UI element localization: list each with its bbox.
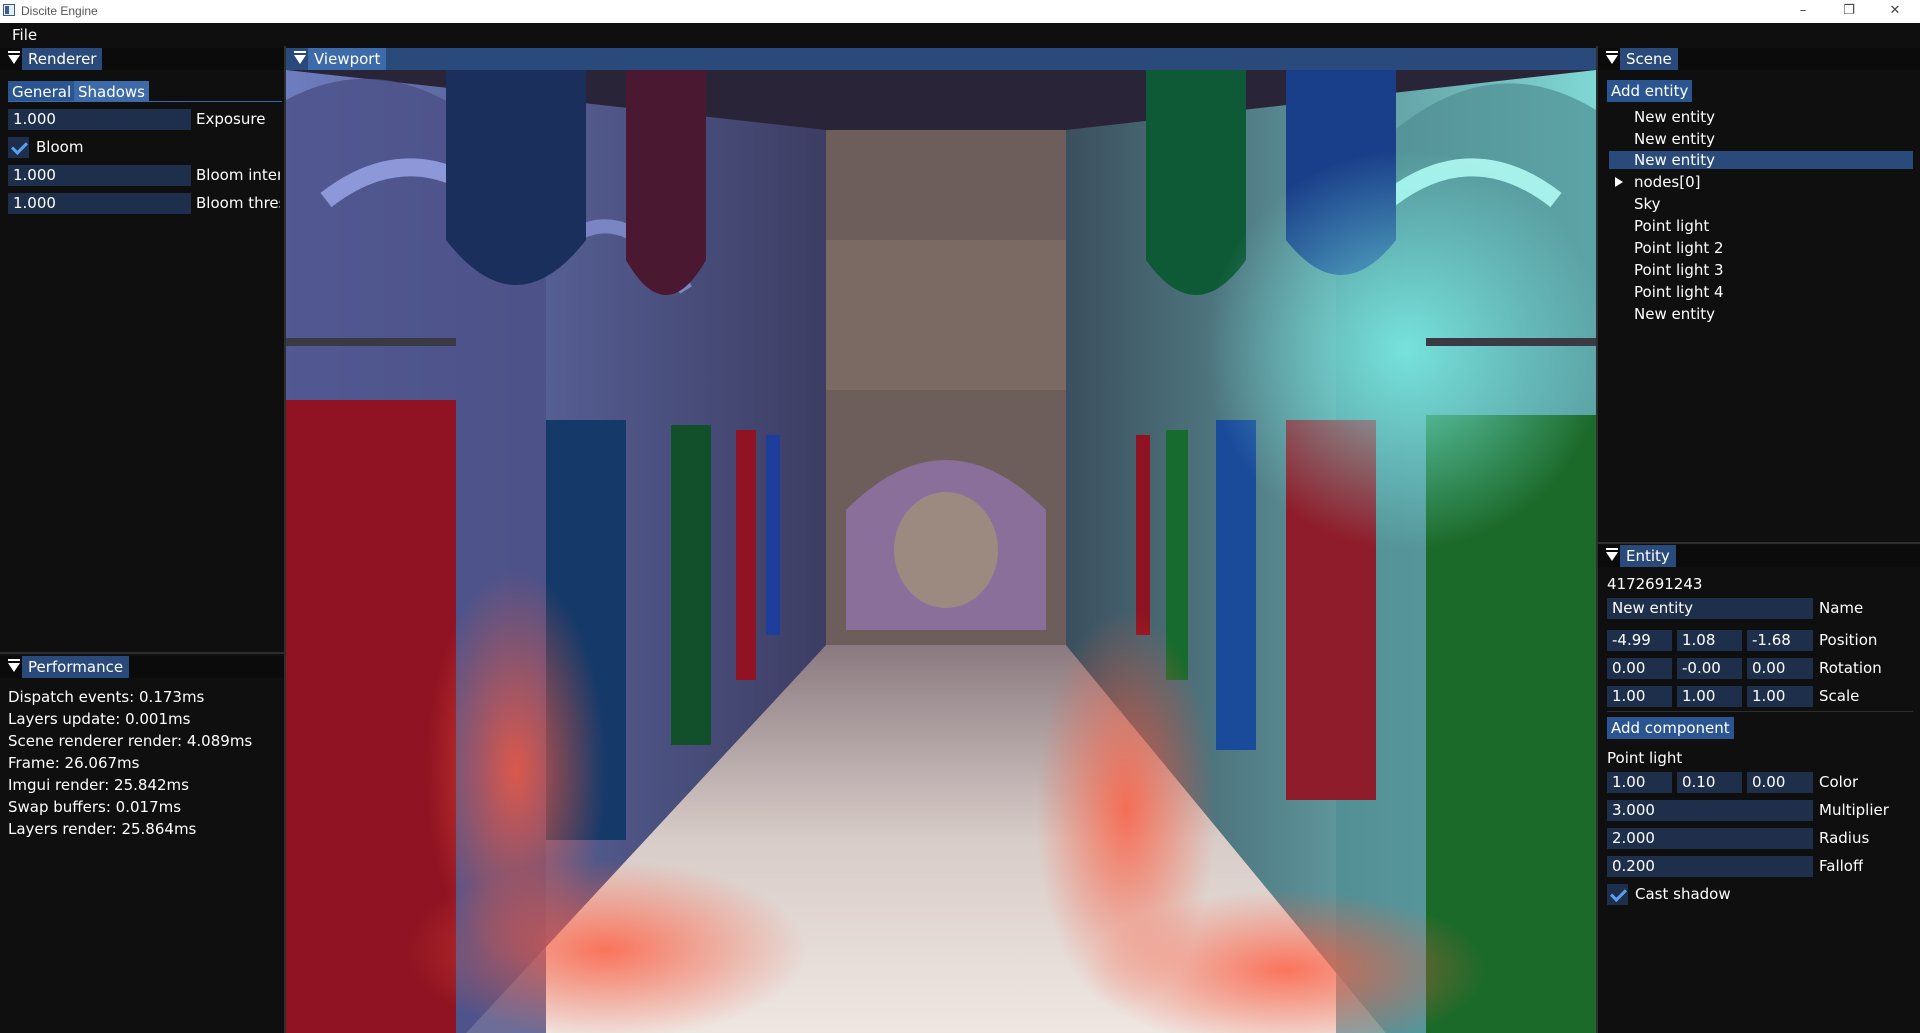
expand-arrow-icon[interactable] (1615, 177, 1623, 187)
entity-id: 4172691243 (1607, 575, 1703, 593)
renderer-header[interactable]: Renderer (0, 48, 284, 70)
collapse-triangle-icon[interactable] (1606, 548, 1618, 561)
perf-line: Imgui render: 25.842ms (8, 776, 189, 794)
panel-divider[interactable] (0, 652, 284, 654)
maximize-button[interactable]: ❐ (1826, 0, 1872, 23)
rotation-x-field[interactable]: 0.00 (1607, 658, 1672, 679)
minimize-button[interactable]: – (1780, 0, 1826, 23)
position-x-field[interactable]: -4.99 (1607, 630, 1672, 651)
viewport-title: Viewport (308, 48, 387, 70)
tab-shadows[interactable]: Shadows (74, 81, 150, 102)
multiplier-field[interactable]: 3.000 (1607, 800, 1813, 821)
radius-field[interactable]: 2.000 (1607, 828, 1813, 849)
window-title: Discite Engine (21, 4, 98, 18)
multiplier-label: Multiplier (1819, 801, 1889, 819)
close-button[interactable]: ✕ (1872, 0, 1918, 23)
scale-z-field[interactable]: 1.00 (1747, 686, 1813, 707)
section-separator (1607, 711, 1913, 712)
scene-tree-item[interactable]: New entity (1634, 305, 1715, 323)
scene-tree-item[interactable]: Point light 4 (1634, 283, 1724, 301)
scene-tree-item-selected[interactable]: New entity (1634, 151, 1715, 169)
viewport-header[interactable]: Viewport (286, 48, 1596, 70)
collapse-triangle-icon[interactable] (8, 51, 20, 64)
perf-line: Swap buffers: 0.017ms (8, 798, 182, 816)
renderer-title: Renderer (22, 48, 103, 70)
add-component-button[interactable]: Add component (1607, 717, 1734, 739)
bloom-threshold-field[interactable]: 1.000 (8, 193, 191, 214)
menu-file[interactable]: File (12, 26, 37, 44)
scene-header[interactable]: Scene (1598, 48, 1920, 70)
rotation-y-field[interactable]: -0.00 (1677, 658, 1742, 679)
falloff-field[interactable]: 0.200 (1607, 856, 1813, 877)
scene-tree-item[interactable]: Sky (1634, 195, 1661, 213)
bloom-intensity-label: Bloom inten: (196, 166, 280, 184)
performance-title: Performance (22, 656, 130, 678)
panel-divider[interactable] (1598, 542, 1920, 544)
name-label: Name (1819, 599, 1864, 617)
position-z-field[interactable]: -1.68 (1747, 630, 1813, 651)
renderer-panel (0, 46, 284, 652)
entity-header[interactable]: Entity (1598, 545, 1920, 567)
scene-tree-item[interactable]: New entity (1634, 108, 1715, 126)
scene-tree-item[interactable]: Point light 2 (1634, 239, 1724, 257)
scale-label: Scale (1819, 687, 1860, 705)
perf-line: Layers update: 0.001ms (8, 710, 191, 728)
menu-bar: File (0, 23, 1920, 46)
perf-line: Layers render: 25.864ms (8, 820, 197, 838)
bloom-label: Bloom (36, 138, 84, 156)
color-g-field[interactable]: 0.10 (1677, 772, 1742, 793)
window-titlebar: Discite Engine – ❐ ✕ (0, 0, 1920, 23)
bloom-checkbox[interactable] (8, 137, 29, 158)
performance-header[interactable]: Performance (0, 656, 284, 678)
scene-title: Scene (1620, 48, 1678, 70)
collapse-triangle-icon[interactable] (8, 659, 20, 672)
color-label: Color (1819, 773, 1859, 791)
entity-name-field[interactable]: New entity (1607, 598, 1813, 619)
scene-tree-item[interactable]: New entity (1634, 130, 1715, 148)
perf-line: Frame: 26.067ms (8, 754, 140, 772)
entity-title: Entity (1620, 545, 1676, 567)
tab-underline (8, 101, 282, 102)
bloom-intensity-field[interactable]: 1.000 (8, 165, 191, 186)
rendered-scene-image (286, 70, 1596, 1033)
rotation-label: Rotation (1819, 659, 1882, 677)
scene-tree-item[interactable]: Point light (1634, 217, 1709, 235)
scene-tree-item[interactable]: Point light 3 (1634, 261, 1724, 279)
collapse-triangle-icon[interactable] (294, 51, 306, 64)
exposure-field[interactable]: 1.000 (8, 109, 191, 130)
position-y-field[interactable]: 1.08 (1677, 630, 1742, 651)
color-b-field[interactable]: 0.00 (1747, 772, 1813, 793)
app-icon (3, 4, 15, 16)
scene-tree-node[interactable]: nodes[0] (1634, 173, 1701, 191)
scale-x-field[interactable]: 1.00 (1607, 686, 1672, 707)
viewport-render[interactable] (286, 70, 1596, 1033)
radius-label: Radius (1819, 829, 1870, 847)
rotation-z-field[interactable]: 0.00 (1747, 658, 1813, 679)
collapse-triangle-icon[interactable] (1606, 51, 1618, 64)
scale-y-field[interactable]: 1.00 (1677, 686, 1742, 707)
falloff-label: Falloff (1819, 857, 1864, 875)
point-light-title: Point light (1607, 749, 1683, 767)
position-label: Position (1819, 631, 1878, 649)
bloom-threshold-label: Bloom thres (196, 194, 280, 212)
add-entity-button[interactable]: Add entity (1607, 80, 1693, 102)
cast-shadow-label: Cast shadow (1635, 885, 1731, 903)
color-r-field[interactable]: 1.00 (1607, 772, 1672, 793)
cast-shadow-checkbox[interactable] (1607, 884, 1628, 905)
tab-general[interactable]: General (8, 81, 76, 102)
exposure-label: Exposure (196, 110, 266, 128)
perf-line: Dispatch events: 0.173ms (8, 688, 205, 706)
perf-line: Scene renderer render: 4.089ms (8, 732, 253, 750)
